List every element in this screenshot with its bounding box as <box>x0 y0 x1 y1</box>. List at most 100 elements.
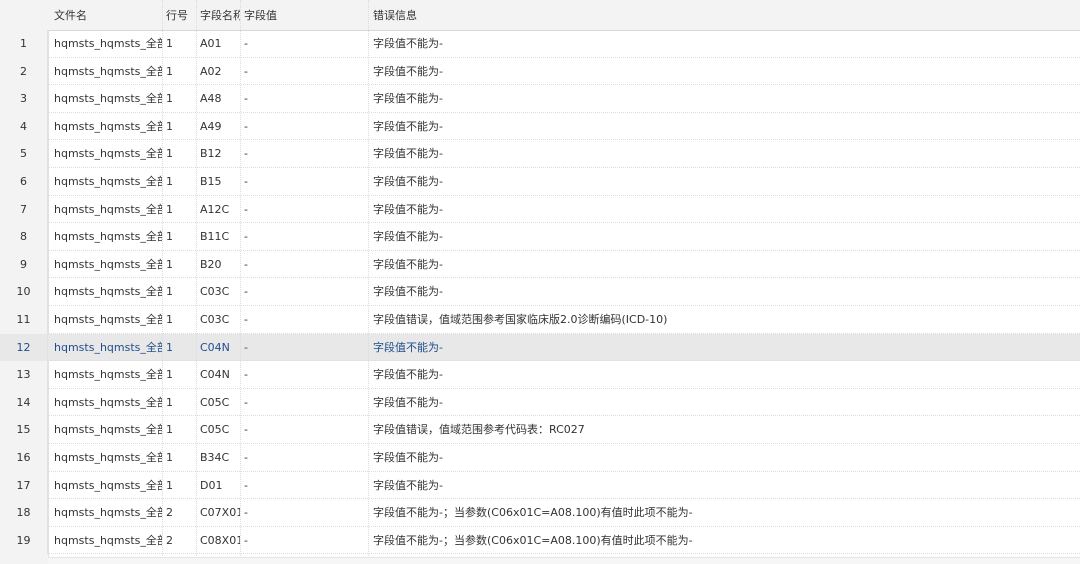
field-value-cell: - <box>244 423 248 437</box>
row-number-cell: 15 <box>0 416 48 444</box>
field-name-cell: A49 <box>200 119 222 133</box>
field-name-cell: B20 <box>200 257 222 271</box>
field-value-cell: - <box>244 506 248 520</box>
field-name-cell: A01 <box>200 37 222 50</box>
field-value-cell: - <box>244 340 248 354</box>
field-name-cell: A48 <box>200 92 222 106</box>
row-number-cell: 18 <box>0 499 48 527</box>
line-number-cell: 1 <box>166 230 173 244</box>
file-name-cell: hqmsts_hqmsts_全部方 <box>54 64 162 78</box>
line-number-cell: 2 <box>166 506 173 520</box>
field-value-cell: - <box>244 395 248 409</box>
column-divider <box>196 0 197 564</box>
error-message-cell: 字段值不能为- <box>373 147 443 161</box>
error-data-grid: 文件名 行号 字段名称 字段值 错误信息 1 hqmsts_hqmsts_全部方 1… <box>0 0 1080 564</box>
line-number-cell: 1 <box>166 285 173 299</box>
line-number-cell: 1 <box>166 313 173 326</box>
line-number-cell: 1 <box>166 451 173 464</box>
line-number-cell: 1 <box>166 64 173 78</box>
line-number-cell: 1 <box>166 37 173 50</box>
error-message-cell: 字段值错误，值域范围参考代码表：RC027 <box>373 423 585 437</box>
field-value-cell: - <box>244 533 248 547</box>
error-message-cell: 字段值不能为- <box>373 202 443 216</box>
field-name-cell: C07X01 <box>200 506 240 520</box>
error-message-cell: 字段值不能为- <box>373 395 443 409</box>
error-message-cell: 字段值不能为- <box>373 257 443 271</box>
line-number-cell: 2 <box>166 533 173 547</box>
field-value-cell: - <box>244 478 248 492</box>
row-number-cell: 10 <box>0 278 48 306</box>
line-number-cell: 1 <box>166 202 173 216</box>
error-message-cell: 字段值不能为-；当参数(C06x01C=A08.100)有值时此项不能为- <box>373 533 693 547</box>
error-message-cell: 字段值不能为- <box>373 340 443 354</box>
file-name-cell: hqmsts_hqmsts_全部方 <box>54 368 162 382</box>
row-number-cell: 9 <box>0 250 48 279</box>
field-name-cell: B34C <box>200 451 230 464</box>
field-name-cell: D01 <box>200 478 223 492</box>
column-header-field-value[interactable]: 字段值 <box>240 0 368 30</box>
row-number-cell: 4 <box>0 112 48 141</box>
column-header-error-info[interactable]: 错误信息 <box>369 0 1080 30</box>
field-value-cell: - <box>244 37 248 50</box>
field-value-cell: - <box>244 230 248 244</box>
file-name-cell: hqmsts_hqmsts_全部方 <box>54 202 162 216</box>
line-number-cell: 1 <box>166 395 173 409</box>
file-name-cell: hqmsts_hqmsts_全部方 <box>54 313 162 326</box>
row-number-cell: 17 <box>0 471 48 500</box>
row-number-cell: 7 <box>0 195 48 224</box>
column-header-file-name[interactable]: 文件名 <box>50 0 162 30</box>
line-number-cell: 1 <box>166 119 173 133</box>
file-name-cell: hqmsts_hqmsts_全部方 <box>54 119 162 133</box>
line-number-cell: 1 <box>166 92 173 106</box>
horizontal-scrollbar[interactable] <box>48 557 1080 564</box>
row-number-cell: 8 <box>0 223 48 251</box>
file-name-cell: hqmsts_hqmsts_全部方 <box>54 340 162 354</box>
error-message-cell: 字段值不能为- <box>373 37 443 50</box>
line-number-cell: 1 <box>166 147 173 161</box>
file-name-cell: hqmsts_hqmsts_全部方 <box>54 451 162 464</box>
field-name-cell: A02 <box>200 64 222 78</box>
field-value-cell: - <box>244 92 248 106</box>
field-value-cell: - <box>244 202 248 216</box>
field-name-cell: C03C <box>200 285 230 299</box>
error-message-cell: 字段值不能为- <box>373 119 443 133</box>
file-name-cell: hqmsts_hqmsts_全部方 <box>54 506 162 520</box>
line-number-cell: 1 <box>166 368 173 382</box>
field-value-cell: - <box>244 285 248 299</box>
field-name-cell: C05C <box>200 395 230 409</box>
line-number-cell: 1 <box>166 478 173 492</box>
file-name-cell: hqmsts_hqmsts_全部方 <box>54 175 162 188</box>
row-number-cell: 3 <box>0 85 48 113</box>
file-name-cell: hqmsts_hqmsts_全部方 <box>54 257 162 271</box>
file-name-cell: hqmsts_hqmsts_全部方 <box>54 92 162 106</box>
field-name-cell: C08X01 <box>200 533 240 547</box>
field-name-cell: C05C <box>200 423 230 437</box>
line-number-cell: 1 <box>166 257 173 271</box>
error-message-cell: 字段值不能为- <box>373 478 443 492</box>
field-value-cell: - <box>244 313 248 326</box>
field-value-cell: - <box>244 175 248 188</box>
field-value-cell: - <box>244 451 248 464</box>
error-message-cell: 字段值不能为- <box>373 92 443 106</box>
field-name-cell: B11C <box>200 230 230 244</box>
error-message-cell: 字段值不能为- <box>373 451 443 464</box>
error-message-cell: 字段值不能为- <box>373 230 443 244</box>
error-message-cell: 字段值错误，值域范围参考国家临床版2.0诊断编码(ICD-10) <box>373 313 668 326</box>
row-number-cell: 16 <box>0 444 48 472</box>
field-name-cell: A12C <box>200 202 230 216</box>
field-name-cell: C04N <box>200 340 230 354</box>
line-number-cell: 1 <box>166 340 173 354</box>
row-number-cell: 1 <box>0 30 48 58</box>
error-message-cell: 字段值不能为- <box>373 285 443 299</box>
line-number-cell: 1 <box>166 423 173 437</box>
file-name-cell: hqmsts_hqmsts_全部方 <box>54 478 162 492</box>
row-number-cell: 6 <box>0 168 48 196</box>
column-header-line-no[interactable]: 行号 <box>162 0 196 30</box>
file-name-cell: hqmsts_hqmsts_全部方 <box>54 423 162 437</box>
file-name-cell: hqmsts_hqmsts_全部方 <box>54 285 162 299</box>
row-number-cell: 11 <box>0 306 48 334</box>
field-value-cell: - <box>244 147 248 161</box>
row-number-cell: 5 <box>0 140 48 168</box>
file-name-cell: hqmsts_hqmsts_全部方 <box>54 395 162 409</box>
column-header-field-name[interactable]: 字段名称 <box>196 0 240 30</box>
